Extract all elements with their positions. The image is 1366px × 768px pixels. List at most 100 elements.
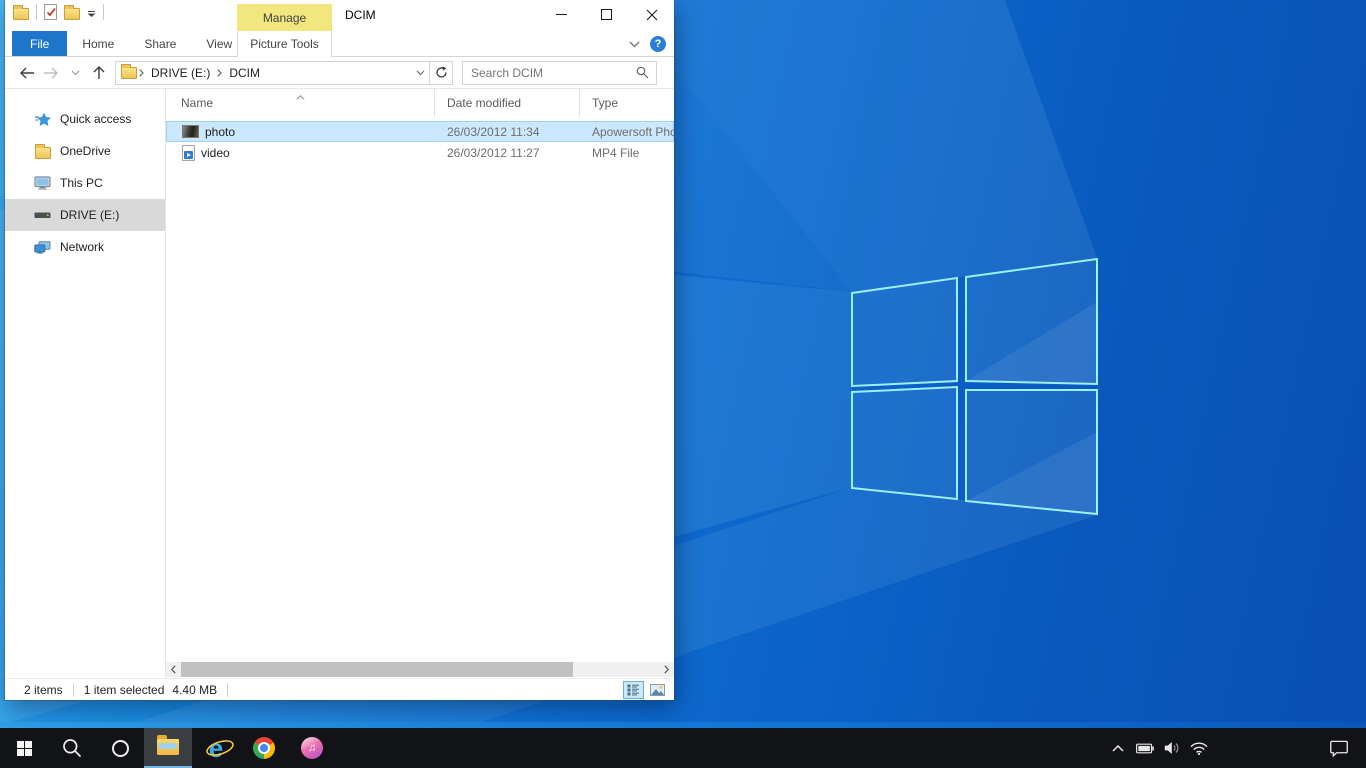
system-tray xyxy=(1109,728,1366,768)
start-button[interactable] xyxy=(0,728,48,768)
sidebar-item-label: This PC xyxy=(60,176,103,190)
selection-size: 4.40 MB xyxy=(172,683,217,697)
sidebar-item-label: DRIVE (E:) xyxy=(60,208,119,222)
items-count: 2 items xyxy=(24,683,63,697)
details-view-button[interactable] xyxy=(623,681,644,699)
file-date: 26/03/2012 11:27 xyxy=(435,146,580,160)
separator xyxy=(73,683,74,697)
sidebar-item-label: Network xyxy=(60,240,104,254)
windows-start-icon xyxy=(17,741,32,756)
taskbar-file-explorer-button[interactable] xyxy=(144,728,192,768)
file-row-video[interactable]: video 26/03/2012 11:27 MP4 File xyxy=(166,142,674,163)
explorer-content: Quick access OneDrive This PC DRIVE xyxy=(5,88,674,678)
file-list-pane: Name Date modified Type photo 26/03/2012… xyxy=(166,89,674,678)
chevron-down-icon xyxy=(87,13,96,18)
back-button[interactable] xyxy=(15,61,39,85)
horizontal-scrollbar[interactable] xyxy=(166,662,674,677)
large-icons-view-button[interactable] xyxy=(647,681,668,699)
network-icon xyxy=(34,241,51,254)
help-button[interactable]: ? xyxy=(650,36,666,52)
chrome-icon xyxy=(253,737,275,759)
close-button[interactable] xyxy=(629,0,674,29)
sidebar-item-this-pc[interactable]: This PC xyxy=(5,167,165,199)
file-date: 26/03/2012 11:34 xyxy=(435,125,580,139)
desktop: Manage DCIM File Home Share View Picture… xyxy=(0,0,1366,768)
selection-count: 1 item selected xyxy=(84,683,165,697)
breadcrumb-drive[interactable]: DRIVE (E:) xyxy=(146,66,215,80)
status-bar: 2 items 1 item selected 4.40 MB xyxy=(5,678,674,700)
quick-access-toolbar xyxy=(13,4,104,20)
column-header-date-modified[interactable]: Date modified xyxy=(435,89,580,117)
maximize-button[interactable] xyxy=(584,0,629,29)
tab-share[interactable]: Share xyxy=(129,31,191,56)
file-type: MP4 File xyxy=(580,146,674,160)
tab-picture-tools[interactable]: Picture Tools xyxy=(237,31,332,57)
taskbar-itunes-button[interactable]: ♫ xyxy=(288,728,336,768)
battery-icon[interactable] xyxy=(1136,739,1154,757)
video-file-icon xyxy=(182,145,195,161)
separator xyxy=(36,4,37,20)
separator xyxy=(103,4,104,20)
scrollbar-thumb[interactable] xyxy=(181,662,573,677)
expand-ribbon-chevron[interactable] xyxy=(629,41,640,48)
search-box xyxy=(462,61,657,85)
up-button[interactable] xyxy=(87,61,111,85)
search-input[interactable] xyxy=(463,66,636,80)
contextual-group-manage[interactable]: Manage xyxy=(237,4,332,31)
tray-overflow-chevron[interactable] xyxy=(1109,739,1127,757)
file-name: photo xyxy=(205,125,235,139)
sort-ascending-icon xyxy=(296,89,305,103)
address-dropdown[interactable] xyxy=(411,70,429,76)
drive-icon xyxy=(34,211,51,219)
ribbon-tab-row: File Home Share View Picture Tools ? xyxy=(5,31,674,57)
forward-button[interactable] xyxy=(39,61,63,85)
search-icon xyxy=(62,738,82,758)
scroll-left-arrow[interactable] xyxy=(166,662,181,677)
photo-thumbnail-icon xyxy=(182,125,199,138)
sidebar-item-network[interactable]: Network xyxy=(5,231,165,263)
column-headers: Name Date modified Type xyxy=(166,89,674,117)
recent-locations-dropdown[interactable] xyxy=(63,61,87,85)
tab-file[interactable]: File xyxy=(12,31,67,56)
window-title: DCIM xyxy=(345,8,376,22)
explorer-window-icon xyxy=(13,8,29,20)
address-breadcrumb[interactable]: DRIVE (E:) DCIM xyxy=(115,61,430,85)
onedrive-folder-icon xyxy=(34,144,51,159)
customize-qat-dropdown[interactable] xyxy=(87,7,96,18)
new-folder-button[interactable] xyxy=(64,8,80,20)
minimize-button[interactable] xyxy=(539,0,584,29)
taskbar: e ♫ xyxy=(0,728,1366,768)
internet-explorer-icon: e xyxy=(209,737,223,759)
tab-home[interactable]: Home xyxy=(67,31,129,56)
taskbar-search-button[interactable] xyxy=(48,728,96,768)
separator xyxy=(227,683,228,697)
cortana-button[interactable] xyxy=(96,728,144,768)
search-icon[interactable] xyxy=(636,66,656,79)
cortana-circle-icon xyxy=(112,740,129,757)
sidebar-item-drive-e[interactable]: DRIVE (E:) xyxy=(5,199,165,231)
taskbar-chrome-button[interactable] xyxy=(240,728,288,768)
action-center-icon[interactable] xyxy=(1330,739,1348,757)
column-header-type[interactable]: Type xyxy=(580,96,674,110)
breadcrumb-dcim[interactable]: DCIM xyxy=(224,66,265,80)
quick-access-star-icon xyxy=(34,112,51,127)
sidebar-item-label: Quick access xyxy=(60,112,131,126)
chevron-right-icon[interactable] xyxy=(137,69,146,77)
volume-icon[interactable] xyxy=(1163,739,1181,757)
scroll-right-arrow[interactable] xyxy=(659,662,674,677)
refresh-button[interactable] xyxy=(430,61,453,85)
title-bar[interactable]: Manage DCIM xyxy=(5,0,674,31)
navigation-pane: Quick access OneDrive This PC DRIVE xyxy=(5,89,166,678)
this-pc-monitor-icon xyxy=(34,176,51,190)
file-explorer-window: Manage DCIM File Home Share View Picture… xyxy=(5,0,674,700)
taskbar-internet-explorer-button[interactable]: e xyxy=(192,728,240,768)
wifi-icon[interactable] xyxy=(1190,739,1208,757)
sidebar-item-onedrive[interactable]: OneDrive xyxy=(5,135,165,167)
chevron-right-icon[interactable] xyxy=(215,69,224,77)
file-explorer-icon xyxy=(157,739,179,755)
file-name: video xyxy=(201,146,230,160)
properties-button[interactable] xyxy=(44,4,57,20)
sidebar-item-quick-access[interactable]: Quick access xyxy=(5,103,165,135)
file-row-photo[interactable]: photo 26/03/2012 11:34 Apowersoft Photo xyxy=(166,121,674,142)
itunes-icon: ♫ xyxy=(301,737,323,759)
